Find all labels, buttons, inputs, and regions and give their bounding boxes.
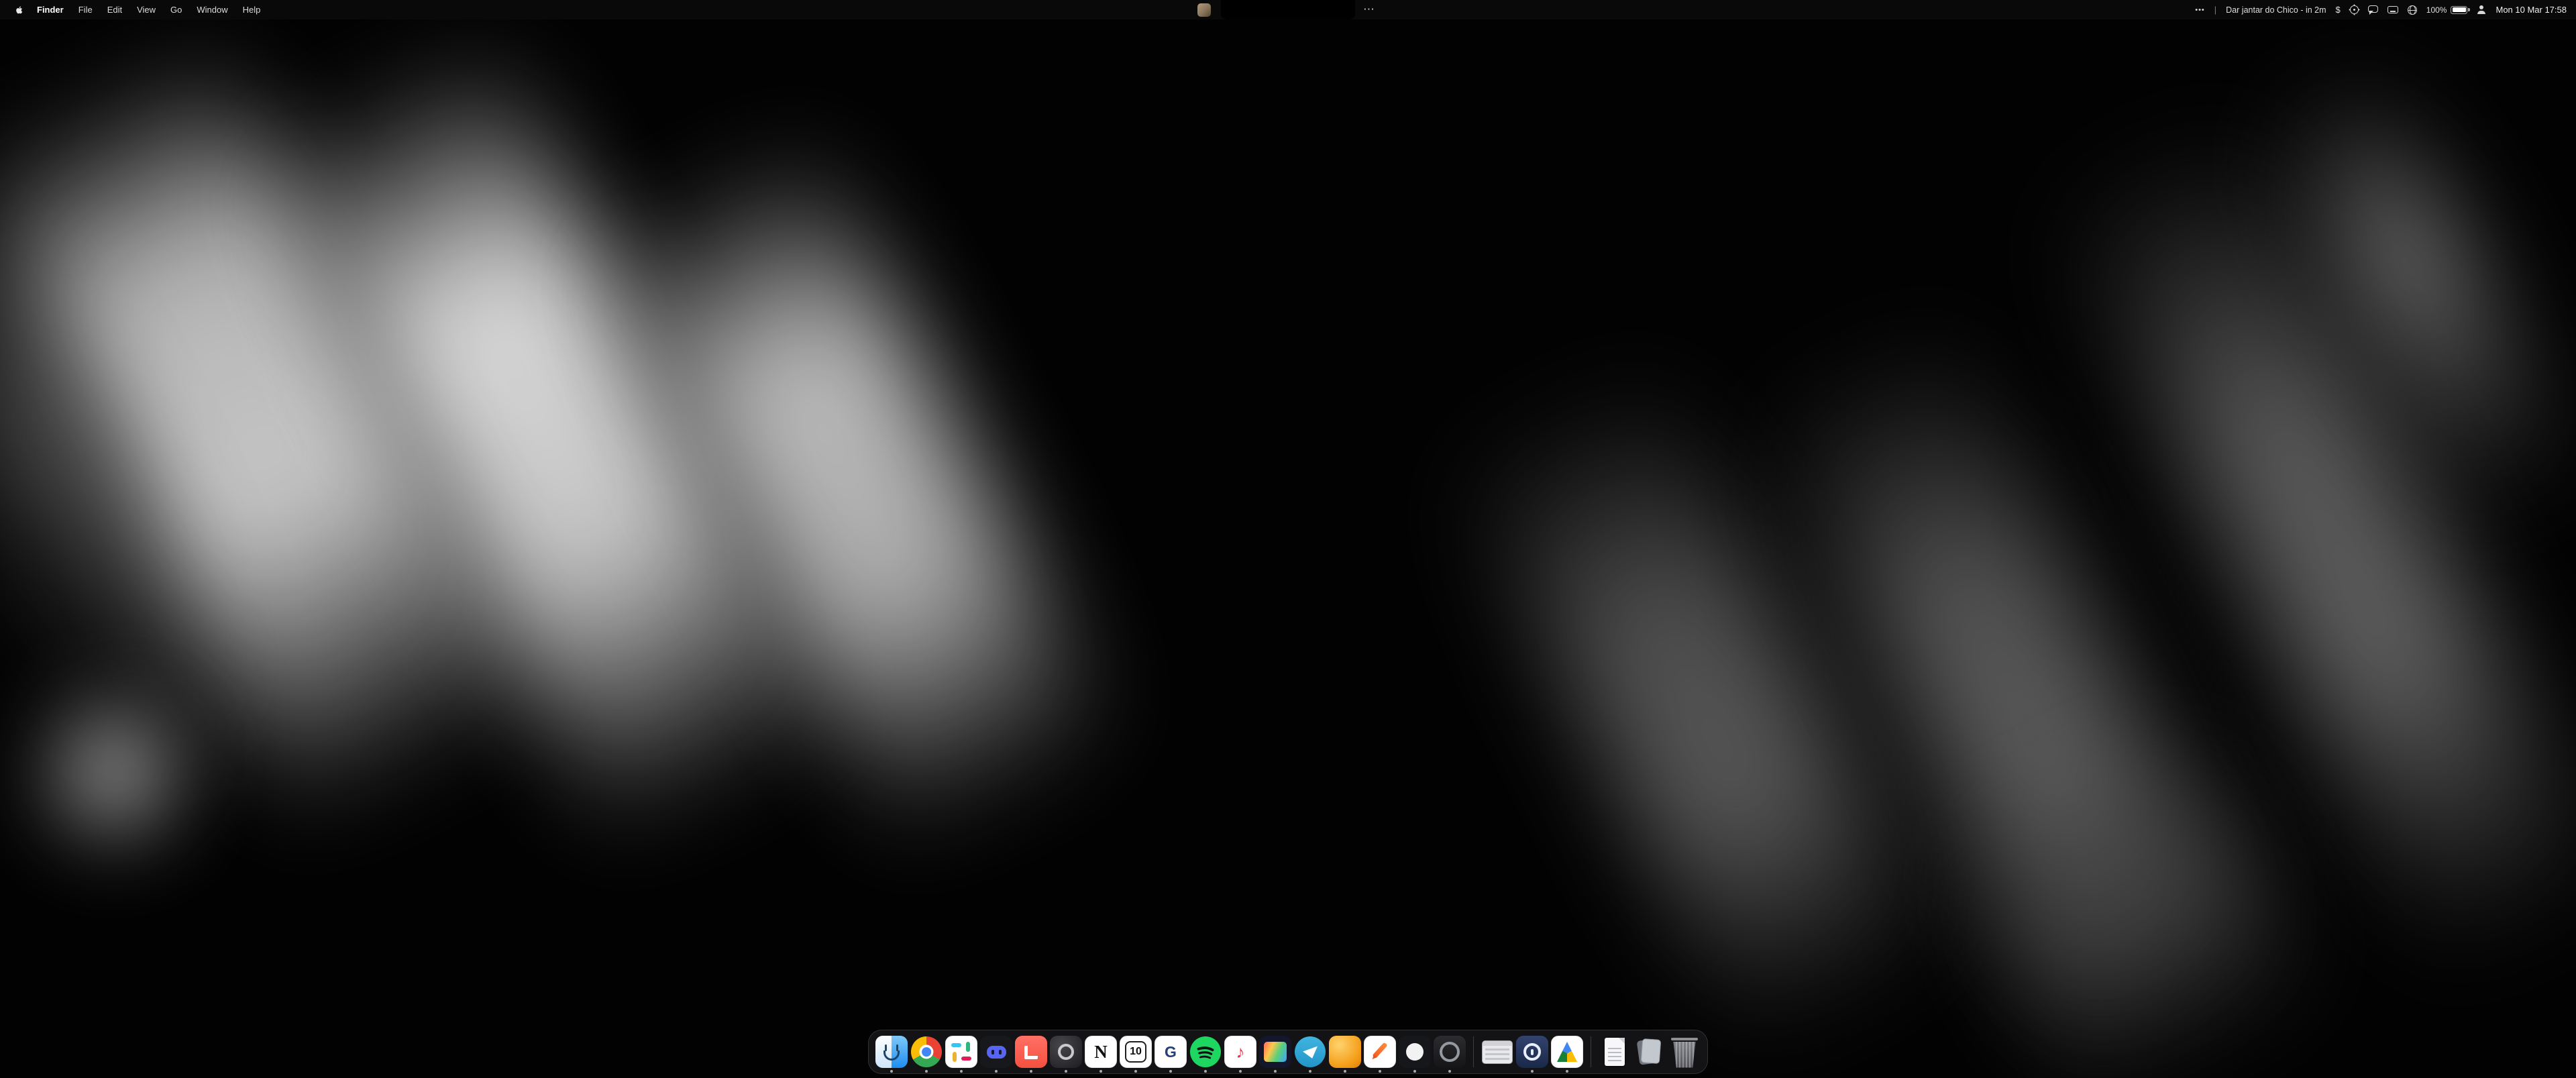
- spotify-dock-icon[interactable]: [1189, 1036, 1222, 1068]
- menu-bar-right: ••• | Dar jantar do Chico - in 2m $ 100%…: [2195, 0, 2576, 19]
- menubar-overflow-icon[interactable]: •••: [2195, 6, 2205, 14]
- running-indicator: [1566, 1070, 1568, 1073]
- onepassword-dock-icon[interactable]: [1516, 1036, 1548, 1068]
- dollar-menu-icon[interactable]: $: [2336, 5, 2341, 15]
- globe-menu-icon[interactable]: [2408, 5, 2417, 15]
- camera-notch: [1221, 0, 1355, 19]
- music-note-icon: ♪: [1236, 1042, 1245, 1063]
- battery-fill: [2453, 7, 2466, 12]
- menu-go[interactable]: Go: [163, 0, 189, 19]
- notion-calendar-dock-icon[interactable]: 10: [1120, 1036, 1152, 1068]
- running-indicator: [1169, 1070, 1172, 1073]
- github-dock-icon[interactable]: [1399, 1036, 1431, 1068]
- menu-help[interactable]: Help: [235, 0, 268, 19]
- running-indicator: [1531, 1070, 1534, 1073]
- photos-dock-icon[interactable]: [1259, 1036, 1291, 1068]
- pencil-app-dock-icon[interactable]: [1364, 1036, 1396, 1068]
- menubar-center-more-icon[interactable]: ⋯: [1363, 0, 1375, 19]
- slack-dock-icon[interactable]: [945, 1036, 977, 1068]
- running-indicator: [1134, 1070, 1137, 1073]
- lens-app-dock-icon[interactable]: [1434, 1036, 1466, 1068]
- notion-letter: N: [1094, 1042, 1108, 1063]
- running-indicator: [960, 1070, 963, 1073]
- music-dock-icon[interactable]: ♪: [1224, 1036, 1256, 1068]
- running-indicator: [890, 1070, 893, 1073]
- goodnotes-dock-icon[interactable]: G: [1155, 1036, 1187, 1068]
- calendar-day-number: 10: [1125, 1041, 1146, 1063]
- minimized-window-dock-icon[interactable]: [1481, 1036, 1513, 1068]
- battery-percent-label[interactable]: 100%: [2426, 5, 2447, 15]
- running-indicator: [1204, 1070, 1207, 1073]
- downloads-dock-icon[interactable]: [1633, 1036, 1666, 1068]
- running-indicator: [1309, 1070, 1311, 1073]
- running-indicator: [1099, 1070, 1102, 1073]
- raycast-dock-icon[interactable]: [1015, 1036, 1047, 1068]
- dock: N 10 G ♪: [868, 1030, 1708, 1074]
- running-indicator: [1030, 1070, 1032, 1073]
- menu-window[interactable]: Window: [189, 0, 235, 19]
- wallpaper-streak: [13, 671, 215, 872]
- orange-app-dock-icon[interactable]: [1329, 1036, 1361, 1068]
- chat-bubble-menu-icon[interactable]: [2368, 5, 2378, 13]
- chrome-dock-icon[interactable]: [910, 1036, 943, 1068]
- running-indicator: [1065, 1070, 1067, 1073]
- desktop-wallpaper: [0, 0, 2576, 1078]
- running-indicator: [925, 1070, 928, 1073]
- running-indicator: [1344, 1070, 1346, 1073]
- menu-edit[interactable]: Edit: [100, 0, 129, 19]
- user-menu-icon[interactable]: [2477, 5, 2486, 14]
- running-indicator: [1239, 1070, 1242, 1073]
- dock-separator: [1473, 1036, 1474, 1067]
- finder-dock-icon[interactable]: [875, 1036, 908, 1068]
- running-indicator: [1448, 1070, 1451, 1073]
- document-dock-icon[interactable]: [1599, 1036, 1631, 1068]
- notion-dock-icon[interactable]: N: [1085, 1036, 1117, 1068]
- running-indicator: [1413, 1070, 1416, 1073]
- g-letter: G: [1165, 1043, 1177, 1061]
- google-drive-dock-icon[interactable]: [1551, 1036, 1583, 1068]
- chatgpt-dock-icon[interactable]: [1050, 1036, 1082, 1068]
- app-menu-finder[interactable]: Finder: [30, 0, 71, 19]
- running-indicator: [995, 1070, 998, 1073]
- battery-icon[interactable]: [2451, 6, 2467, 14]
- next-event-menu-item[interactable]: Dar jantar do Chico - in 2m: [2226, 5, 2326, 15]
- apple-menu[interactable]: [8, 4, 30, 15]
- running-indicator: [1274, 1070, 1277, 1073]
- menubar-clock[interactable]: Mon 10 Mar 17:58: [2496, 5, 2567, 15]
- gear-menu-icon[interactable]: [2350, 5, 2359, 14]
- menu-bar-left: Finder File Edit View Go Window Help: [0, 0, 268, 19]
- telegram-dock-icon[interactable]: [1294, 1036, 1326, 1068]
- running-indicator: [1379, 1070, 1381, 1073]
- menubar-separator: |: [2214, 5, 2216, 15]
- trash-dock-icon[interactable]: [1668, 1036, 1701, 1068]
- discord-dock-icon[interactable]: [980, 1036, 1012, 1068]
- menu-file[interactable]: File: [71, 0, 100, 19]
- keyboard-menu-icon[interactable]: [2387, 6, 2398, 13]
- apple-icon: [14, 4, 23, 15]
- menubar-avatar-icon[interactable]: [1197, 3, 1211, 17]
- menu-view[interactable]: View: [129, 0, 163, 19]
- spotify-waves-icon: [1190, 1036, 1221, 1067]
